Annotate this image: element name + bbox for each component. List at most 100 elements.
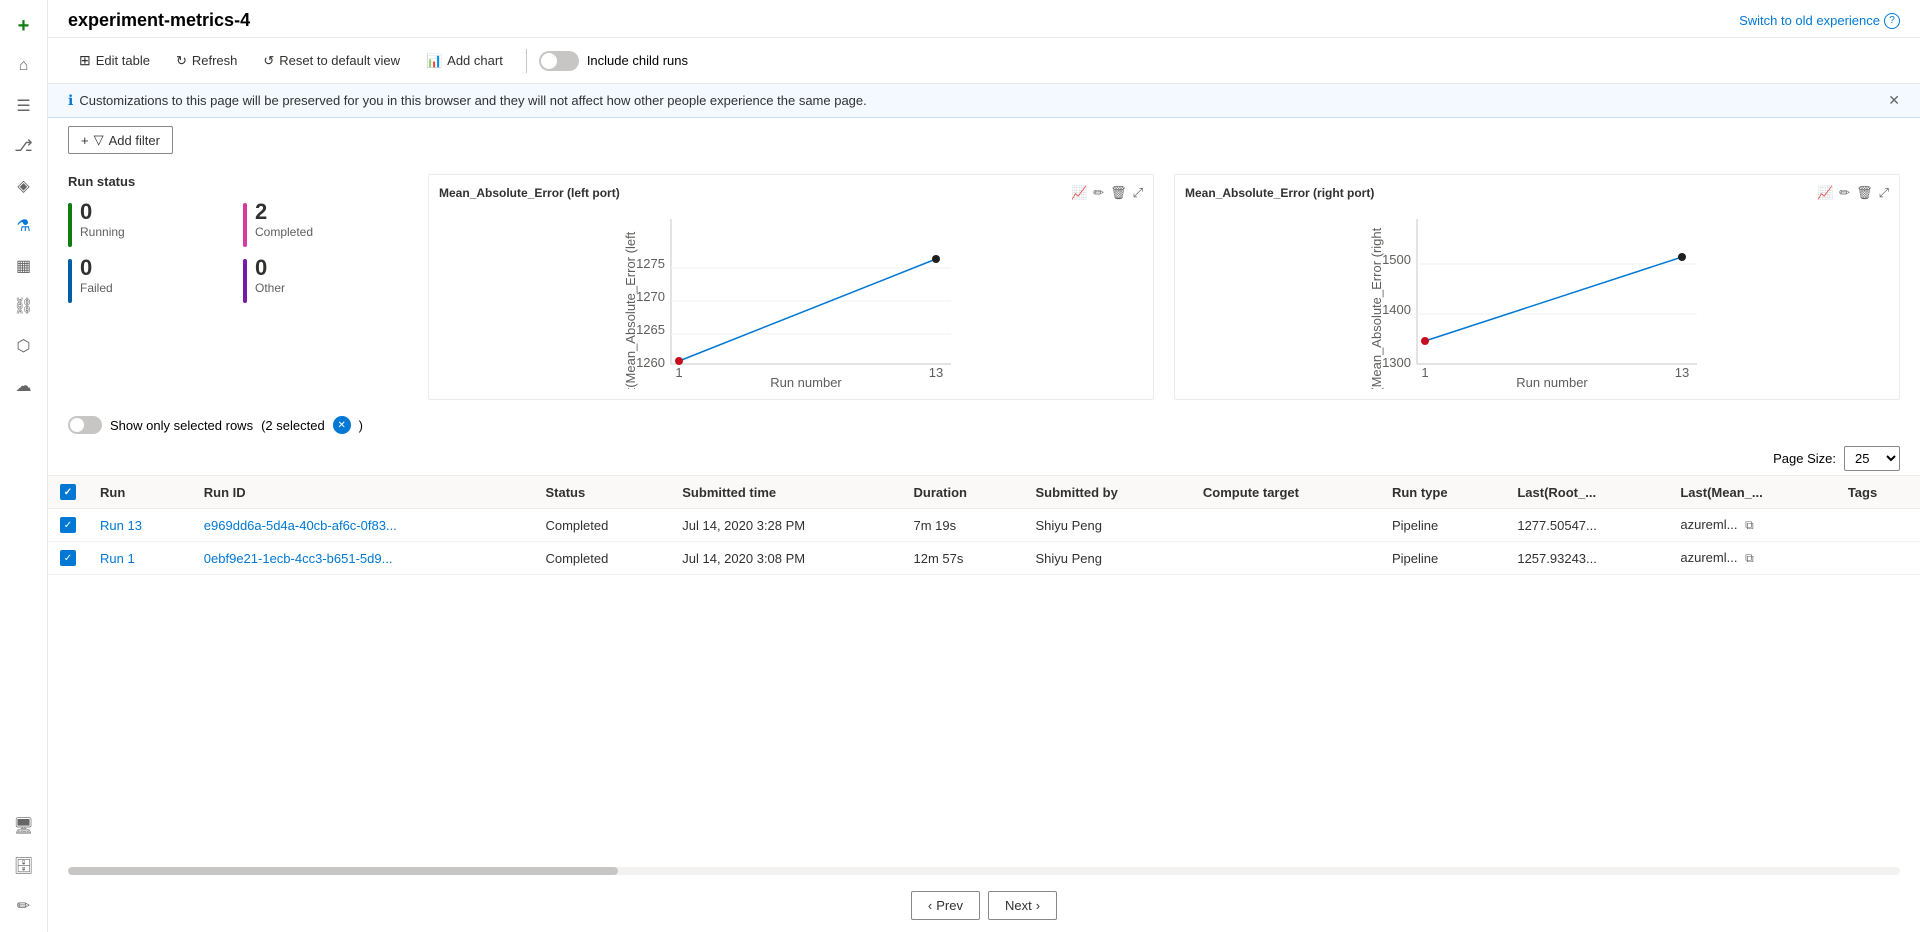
main-scroll: Run status 0 Running 2 Completed <box>48 162 1920 932</box>
chart-right-expand-icon[interactable]: ⤢ <box>1879 185 1889 201</box>
svg-text:1: 1 <box>1421 365 1428 380</box>
next-button[interactable]: Next › <box>988 891 1057 920</box>
charts-area: Mean_Absolute_Error (left port) 📈 ✏ 🗑 ⤢ … <box>428 174 1900 400</box>
chart-right-delete-icon[interactable]: 🗑 <box>1856 185 1873 201</box>
col-run[interactable]: Run <box>88 476 192 509</box>
run-status-title: Run status <box>68 174 408 189</box>
runs-table: ✓ Run Run ID Status Submitted time Durat… <box>48 476 1920 575</box>
other-bar <box>243 259 247 303</box>
col-last-mean[interactable]: Last(Mean_... <box>1668 476 1835 509</box>
running-count: 0 <box>80 201 125 223</box>
col-duration[interactable]: Duration <box>902 476 1024 509</box>
completed-bar <box>243 203 247 247</box>
svg-text:1260: 1260 <box>636 355 665 370</box>
pipeline-icon[interactable]: ⛓ <box>6 288 42 324</box>
info-bar-text: ℹ Customizations to this page will be pr… <box>68 92 867 109</box>
svg-text:Run number: Run number <box>770 375 842 389</box>
row1-checkbox-cell: ✓ <box>48 509 88 542</box>
row1-run-id-link[interactable]: e969dd6a-5d4a-40cb-af6c-0f83... <box>204 518 397 533</box>
toolbar-divider <box>526 49 527 73</box>
run1-link[interactable]: Run 1 <box>100 551 135 566</box>
selected-rows-label: Show only selected rows <box>110 418 253 433</box>
selected-row-bar: Show only selected rows (2 selected ✕ ) <box>48 412 1920 442</box>
info-bar-close-icon[interactable]: ✕ <box>1888 92 1900 109</box>
chart-right-edit-icon[interactable]: ✏ <box>1839 185 1850 201</box>
monitor-icon[interactable]: 🖥 <box>6 808 42 844</box>
page-size-select[interactable]: 25 50 100 <box>1844 446 1900 471</box>
scrollbar-thumb[interactable] <box>68 867 618 875</box>
chart-expand-icon[interactable]: ⤢ <box>1133 185 1143 201</box>
failed-label: Failed <box>80 281 113 295</box>
chart-right-actions: 📈 ✏ 🗑 ⤢ <box>1817 185 1889 201</box>
failed-info: 0 Failed <box>80 257 113 295</box>
svg-text:1270: 1270 <box>636 289 665 304</box>
col-compute-target[interactable]: Compute target <box>1191 476 1380 509</box>
include-child-runs-toggle[interactable] <box>539 51 579 71</box>
table-header-row: ✓ Run Run ID Status Submitted time Durat… <box>48 476 1920 509</box>
col-run-type[interactable]: Run type <box>1380 476 1505 509</box>
svg-text:13: 13 <box>929 365 943 380</box>
row2-copy-icon[interactable]: ⧉ <box>1745 551 1754 565</box>
filter-plus-icon: + <box>81 133 89 148</box>
chart-right-point-2 <box>1678 253 1686 261</box>
row1-last-root: 1277.50547... <box>1505 509 1668 542</box>
chart-delete-icon[interactable]: 🗑 <box>1110 185 1127 201</box>
cloud-icon[interactable]: ☁ <box>6 368 42 404</box>
chart-right-port: Mean_Absolute_Error (right port) 📈 ✏ 🗑 ⤢… <box>1174 174 1900 400</box>
edit-table-button[interactable]: ⊞ Edit table <box>68 46 161 75</box>
page-size-label: Page Size: <box>1773 451 1836 466</box>
branch-icon[interactable]: ⎇ <box>6 128 42 164</box>
reset-button[interactable]: ↺ Reset to default view <box>252 47 411 75</box>
row2-last-mean: azureml... ⧉ <box>1668 542 1835 575</box>
chart-point-1 <box>675 357 683 365</box>
chart-right-svg: x(Mean_Absolute_Error (right 1300 1400 1… <box>1185 209 1889 389</box>
chart-left-title: Mean_Absolute_Error (left port) <box>439 186 620 200</box>
col-submitted-by[interactable]: Submitted by <box>1023 476 1190 509</box>
row1-checkbox[interactable]: ✓ <box>60 517 76 533</box>
col-tags[interactable]: Tags <box>1836 476 1920 509</box>
add-chart-button[interactable]: 📊 Add chart <box>415 47 514 75</box>
svg-text:1265: 1265 <box>636 322 665 337</box>
edit-icon[interactable]: ✏ <box>6 888 42 924</box>
chart-edit-icon[interactable]: ✏ <box>1093 185 1104 201</box>
cube-icon[interactable]: ⬡ <box>6 328 42 364</box>
experiment-icon[interactable]: ⚗ <box>6 208 42 244</box>
row1-run-id: e969dd6a-5d4a-40cb-af6c-0f83... <box>192 509 534 542</box>
switch-to-old-experience[interactable]: Switch to old experience ? <box>1739 13 1900 29</box>
row2-checkbox-cell: ✓ <box>48 542 88 575</box>
row2-checkbox[interactable]: ✓ <box>60 550 76 566</box>
row1-submitted-by: Shiyu Peng <box>1023 509 1190 542</box>
refresh-button[interactable]: ↻ Refresh <box>165 47 248 75</box>
svg-text:1300: 1300 <box>1382 355 1411 370</box>
run13-link[interactable]: Run 13 <box>100 518 142 533</box>
status-completed: 2 Completed <box>243 201 408 247</box>
list-icon[interactable]: ☰ <box>6 88 42 124</box>
prev-button[interactable]: ‹ Prev <box>911 891 980 920</box>
row1-copy-icon[interactable]: ⧉ <box>1745 518 1754 532</box>
chart-left-header: Mean_Absolute_Error (left port) 📈 ✏ 🗑 ⤢ <box>439 185 1143 201</box>
chart-right-line-icon[interactable]: 📈 <box>1817 185 1833 201</box>
chart-line-icon[interactable]: 📈 <box>1071 185 1087 201</box>
row2-run-id-link[interactable]: 0ebf9e21-1ecb-4cc3-b651-5d9... <box>204 551 393 566</box>
page-title: experiment-metrics-4 <box>68 10 250 31</box>
add-filter-button[interactable]: + ▽ Add filter <box>68 126 173 154</box>
home-icon[interactable]: ⌂ <box>6 48 42 84</box>
col-status[interactable]: Status <box>533 476 670 509</box>
col-last-root[interactable]: Last(Root_... <box>1505 476 1668 509</box>
col-run-id[interactable]: Run ID <box>192 476 534 509</box>
row2-run-id: 0ebf9e21-1ecb-4cc3-b651-5d9... <box>192 542 534 575</box>
running-info: 0 Running <box>80 201 125 239</box>
plus-icon[interactable]: + <box>6 8 42 44</box>
select-all-checkbox[interactable]: ✓ <box>60 484 76 500</box>
selected-count: (2 selected <box>261 418 325 433</box>
clear-selection-badge[interactable]: ✕ <box>333 416 351 434</box>
network-icon[interactable]: ◈ <box>6 168 42 204</box>
col-submitted-time[interactable]: Submitted time <box>670 476 901 509</box>
completed-info: 2 Completed <box>255 201 313 239</box>
selected-rows-toggle[interactable] <box>68 416 102 434</box>
svg-text:1400: 1400 <box>1382 302 1411 317</box>
toolbar: ⊞ Edit table ↻ Refresh ↺ Reset to defaul… <box>48 38 1920 84</box>
storage-icon[interactable]: 🗄 <box>6 848 42 884</box>
refresh-icon: ↻ <box>176 53 187 69</box>
dashboard-icon[interactable]: ▦ <box>6 248 42 284</box>
